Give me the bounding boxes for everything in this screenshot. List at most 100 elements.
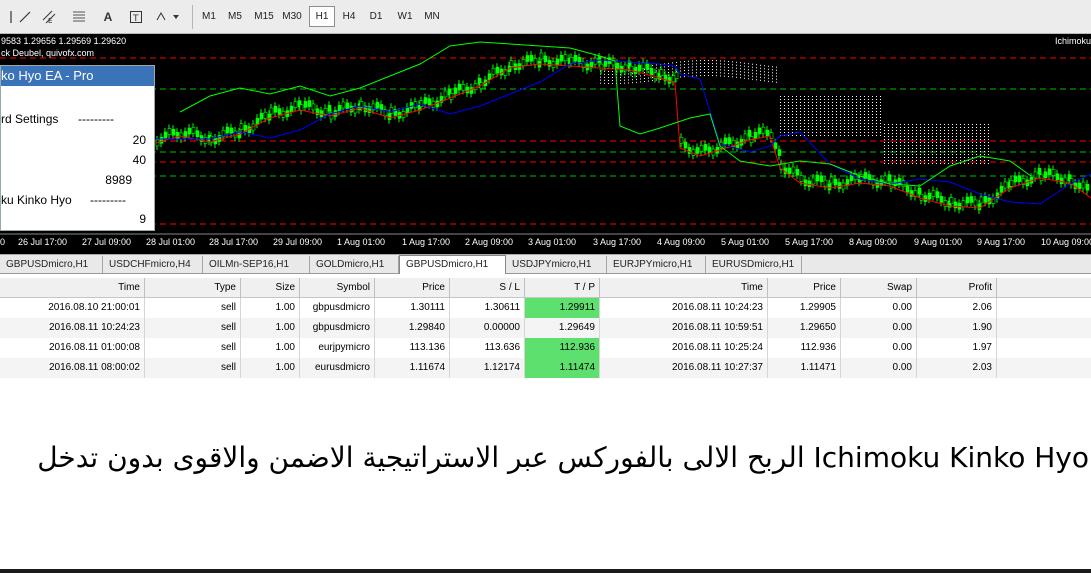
kumo-cloud-dot [868,111,869,112]
candle-body [569,57,574,64]
candle-body [419,100,424,107]
text-tool-icon[interactable]: A [99,8,117,26]
column-header[interactable]: Type [145,278,241,298]
chart-tab[interactable]: EURUSDmicro,H1 [706,256,802,273]
kumo-cloud-dot [900,130,901,131]
kumo-cloud-dot [780,111,781,112]
chart-tab[interactable]: GOLDmicro,H1 [310,256,399,273]
column-header[interactable]: Price [768,278,841,298]
kumo-cloud-dot [924,145,925,146]
kumo-cloud-dot [968,142,969,143]
column-header[interactable]: Time [600,278,768,298]
column-header[interactable]: Symbol [300,278,375,298]
candle-body [795,168,800,176]
timeframe-h4-button[interactable]: H4 [336,6,362,27]
kumo-cloud-dot [904,163,905,164]
column-header[interactable]: Size [241,278,300,298]
kumo-cloud-dot [908,133,909,134]
kumo-cloud-dot [908,136,909,137]
column-header[interactable]: Profit [917,278,997,298]
candle-body [973,199,978,207]
kumo-cloud-dot [924,124,925,125]
kumo-cloud-dot [856,99,857,100]
table-row[interactable]: 2016.08.10 21:00:01 sell 1.00 gbpusdmicro 1.… [0,298,1091,318]
kumo-cloud-dot [972,133,973,134]
chart-tab[interactable]: GBPUSDmicro,H1 [0,256,103,273]
cell-close-price: 1.29905 [768,298,841,318]
chart-tab[interactable]: GBPUSDmicro,H1 [399,255,506,274]
kumo-cloud-dot [944,154,945,155]
kumo-cloud-dot [728,75,729,77]
kumo-cloud-dot [940,163,941,164]
timeframe-m1-button[interactable]: M1 [196,6,222,27]
kumo-cloud-dot [828,132,829,133]
kumo-cloud-dot [904,145,905,146]
kumo-cloud-dot [896,136,897,137]
trendline-tool-icon[interactable] [16,8,34,26]
kumo-cloud-dot [868,135,869,136]
kumo-cloud-dot [708,72,709,74]
candle-body [559,54,564,62]
fibonacci-tool-icon[interactable] [70,8,88,26]
kumo-cloud-dot [916,139,917,140]
candle-body [543,55,548,63]
kumo-cloud-dot [868,123,869,124]
kumo-cloud-dot [788,114,789,115]
candle-body [1051,169,1056,176]
column-header[interactable]: T / P [525,278,600,298]
kumo-cloud-dot [828,105,829,106]
kumo-cloud-dot [824,132,825,133]
kumo-cloud-dot [600,76,601,78]
chart-tab[interactable]: OILMn-SEP16,H1 [203,256,310,273]
timeframe-d1-button[interactable]: D1 [363,6,389,27]
chart-tab[interactable]: USDCHFmicro,H4 [103,256,203,273]
timeframe-mn-button[interactable]: MN [419,6,445,27]
kumo-cloud-dot [948,130,949,131]
kumo-cloud-dot [604,79,605,81]
column-header[interactable]: Swap [841,278,917,298]
kumo-cloud-dot [612,73,613,75]
candle-body [277,108,282,115]
kumo-cloud-dot [972,127,973,128]
channel-tool-icon[interactable]: E [40,8,58,26]
kumo-cloud-dot [860,120,861,121]
kumo-cloud-dot [736,76,737,78]
chart-tab[interactable]: USDJPYmicro,H1 [506,256,607,273]
kumo-cloud-dot [792,111,793,112]
table-row[interactable]: 2016.08.11 10:24:23 sell 1.00 gbpusdmicro 1.… [0,318,1091,338]
cell-symbol: eurusdmicro [300,358,375,378]
table-row[interactable]: 2016.08.11 08:00:02 sell 1.00 eurusdmicro 1.… [0,358,1091,378]
kumo-cloud-dot [952,148,953,149]
kumo-cloud-dot [804,111,805,112]
price-chart[interactable]: 0 26 Jul 17:00 27 Jul 09:00 28 Jul 01:00 28 … [0,34,1091,254]
column-header[interactable]: Time [0,278,145,298]
column-header[interactable]: Price [375,278,450,298]
kumo-cloud-dot [904,124,905,125]
kumo-cloud-dot [832,96,833,97]
kumo-cloud-dot [776,66,777,68]
timeframe-w1-button[interactable]: W1 [392,6,418,27]
kumo-cloud-dot [720,69,721,71]
arrows-tool-icon[interactable] [155,8,181,26]
table-row[interactable]: 2016.08.11 01:00:08 sell 1.00 eurjpymicro 11… [0,338,1091,358]
chart-tab[interactable]: EURJPYmicro,H1 [607,256,706,273]
candle-body [757,127,762,135]
timeframe-h1-button[interactable]: H1 [309,6,335,27]
kumo-cloud-dot [916,142,917,143]
kumo-cloud-dot [632,82,633,84]
candle-body [965,196,970,204]
candle-body [773,142,778,150]
timeframe-m5-button[interactable]: M5 [222,6,248,27]
column-header[interactable]: S / L [450,278,525,298]
kumo-cloud-dot [880,105,881,106]
ea-info-panel[interactable]: ko Hyo EA - Pro rd Settings --------- 20… [0,65,155,231]
timeframe-m30-button[interactable]: M30 [279,6,305,27]
text-label-tool-icon[interactable]: T [127,8,145,26]
kumo-cloud-dot [832,129,833,130]
timeframe-m15-button[interactable]: M15 [251,6,277,27]
kumo-cloud-dot [768,80,769,82]
kumo-cloud-dot [944,139,945,140]
candle-body [883,175,888,183]
kumo-cloud-dot [836,96,837,97]
kumo-cloud-dot [964,130,965,131]
